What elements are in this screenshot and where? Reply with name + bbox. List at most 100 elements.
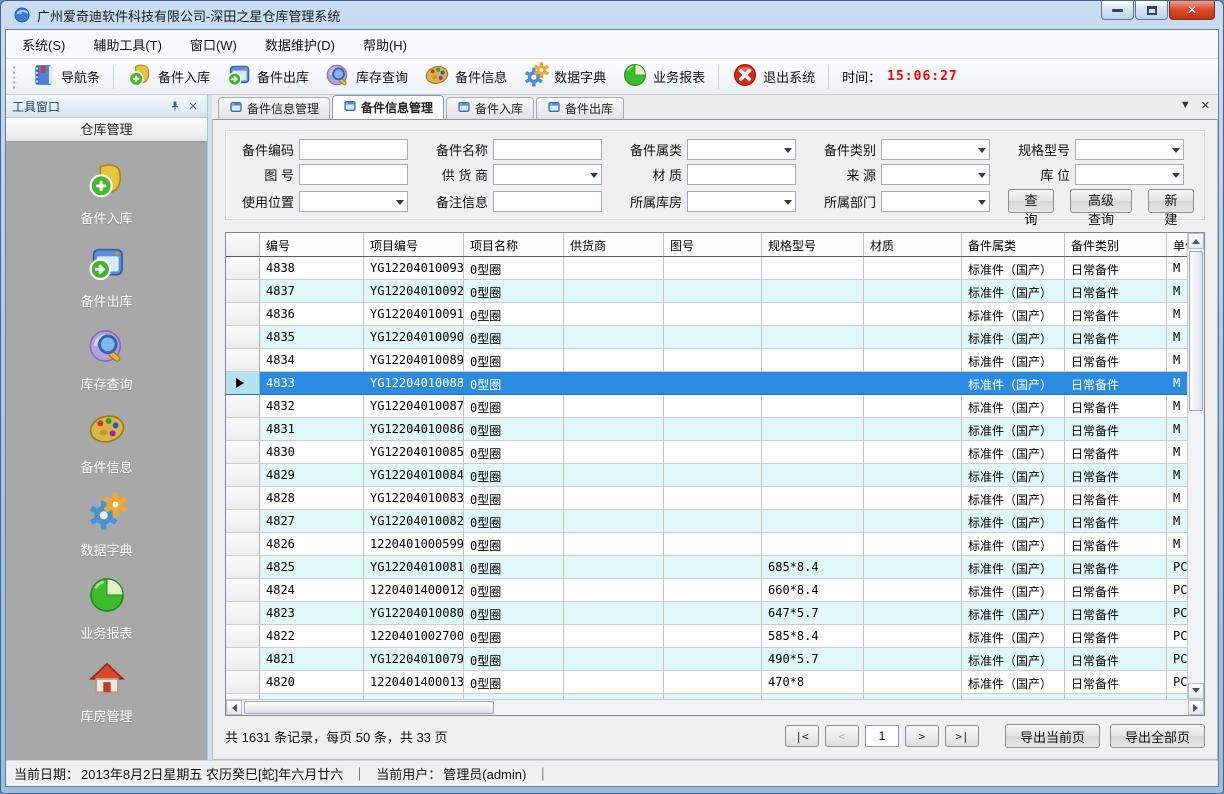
column-header-项目名称[interactable]: 项目名称 [464,233,564,256]
horizontal-scroll-thumb[interactable] [244,701,494,714]
column-header-selector[interactable] [226,233,260,256]
menu-item-aux-tools[interactable]: 辅助工具(T) [83,31,172,58]
row-selector[interactable] [226,510,260,533]
column-header-规格型号[interactable]: 规格型号 [762,233,864,256]
toolbar-button-spare-in[interactable]: 备件入库 [119,59,218,94]
sidebar-item-spare-out[interactable]: 备件出库 [6,243,207,310]
export-current-page-button[interactable]: 导出当前页 [1005,724,1100,748]
minimize-button[interactable] [1101,1,1134,20]
table-row[interactable]: 4821YG122040100790型圈490*5.7标准件（国产）日常备件PC [226,648,1187,671]
spare-category-combo[interactable] [687,139,796,160]
table-row[interactable]: 4830YG122040100850型圈标准件（国产）日常备件M [226,441,1187,464]
menu-item-window[interactable]: 窗口(W) [180,31,247,58]
row-selector[interactable] [226,349,260,372]
first-page-button[interactable]: |< [785,725,819,747]
pin-icon[interactable] [167,98,183,114]
spec-model-combo[interactable] [1075,139,1184,160]
menu-item-help[interactable]: 帮助(H) [353,31,417,58]
toolbar-button-exit-system[interactable]: 退出系统 [724,59,823,94]
column-header-材质[interactable]: 材质 [864,233,962,256]
close-button[interactable]: ✕ [1169,1,1215,20]
table-row[interactable]: 482212204010027000型圈585*8.4标准件（国产）日常备件PC [226,625,1187,648]
toolbar-grip[interactable] [12,65,17,89]
page-number-input[interactable] [865,725,899,747]
dock-close-icon[interactable]: ✕ [185,98,201,114]
table-row[interactable]: 4838YG122040100930型圈标准件（国产）日常备件M [226,257,1187,280]
column-header-单位[interactable]: 单位 [1167,233,1187,256]
table-row[interactable]: 4834YG122040100890型圈标准件（国产）日常备件M [226,349,1187,372]
tab-2[interactable]: 备件入库 [446,97,534,119]
table-row[interactable]: 4823YG122040100800型圈647*5.7标准件（国产）日常备件PC [226,602,1187,625]
menu-item-data-maintenance[interactable]: 数据维护(D) [255,31,345,58]
row-selector[interactable] [226,257,260,280]
chevron-down-icon[interactable]: ▼ [1180,99,1191,112]
maximize-button[interactable] [1135,1,1168,20]
tab-0[interactable]: 备件信息管理 [218,97,330,119]
spare-code-input[interactable] [299,139,408,160]
row-selector[interactable] [226,395,260,418]
toolbar-button-spare-out[interactable]: 备件出库 [218,59,317,94]
table-row[interactable]: 4835YG122040100900型圈标准件（国产）日常备件M [226,326,1187,349]
row-selector[interactable] [226,464,260,487]
table-row[interactable]: 4832YG122040100870型圈标准件（国产）日常备件M [226,395,1187,418]
scroll-right-icon[interactable] [1188,700,1204,715]
export-all-pages-button[interactable]: 导出全部页 [1110,724,1205,748]
row-selector[interactable] [226,579,260,602]
tab-close-icon[interactable]: ✕ [1201,99,1210,112]
material-input[interactable] [687,164,796,185]
usage-position-combo[interactable] [299,191,408,212]
tab-3[interactable]: 备件出库 [536,97,624,119]
row-selector[interactable] [226,372,260,395]
spare-type-combo[interactable] [881,139,990,160]
table-row[interactable]: 482612204010005990型圈标准件（国产）日常备件M [226,533,1187,556]
row-selector[interactable] [226,556,260,579]
warehouse-combo[interactable] [687,191,796,212]
row-selector[interactable] [226,533,260,556]
drawing-no-input[interactable] [299,164,408,185]
table-row-selected[interactable]: 4833YG122040100880型圈标准件（国产）日常备件M [226,372,1187,395]
remark-input[interactable] [493,191,602,212]
sidebar-item-spare-info[interactable]: 备件信息 [6,409,207,476]
advanced-query-button[interactable]: 高级查询 [1070,189,1132,213]
toolbar-button-spare-info[interactable]: 备件信息 [416,59,515,94]
row-selector[interactable] [226,625,260,648]
row-selector[interactable] [226,602,260,625]
table-row[interactable]: 4836YG122040100910型圈标准件（国产）日常备件M [226,303,1187,326]
table-row[interactable]: 4828YG122040100830型圈标准件（国产）日常备件M [226,487,1187,510]
row-selector[interactable] [226,418,260,441]
source-combo[interactable] [881,164,990,185]
department-combo[interactable] [881,191,990,212]
table-row[interactable]: 4825YG122040100810型圈685*8.4标准件（国产）日常备件PC [226,556,1187,579]
toolbar-button-navbar[interactable]: 导航条 [22,59,108,94]
spare-name-input[interactable] [493,139,602,160]
sidebar-item-biz-report[interactable]: 业务报表 [6,575,207,642]
column-header-备件属类[interactable]: 备件属类 [962,233,1065,256]
table-row[interactable]: 482012204014000130型圈470*8标准件（国产）日常备件PC [226,671,1187,694]
table-row[interactable]: 4831YG122040100860型圈标准件（国产）日常备件M [226,418,1187,441]
table-row[interactable]: 482412204014000120型圈660*8.4标准件（国产）日常备件PC [226,579,1187,602]
column-header-供货商[interactable]: 供货商 [564,233,664,256]
row-selector[interactable] [226,326,260,349]
column-header-编号[interactable]: 编号 [260,233,364,256]
table-row[interactable]: 4827YG122040100820型圈标准件（国产）日常备件M [226,510,1187,533]
row-selector[interactable] [226,648,260,671]
row-selector[interactable] [226,303,260,326]
column-header-项目编号[interactable]: 项目编号 [364,233,464,256]
next-page-button[interactable]: > [905,725,939,747]
sidebar-item-spare-in[interactable]: 备件入库 [6,160,207,227]
tab-1-active[interactable]: 备件信息管理 [332,95,444,119]
toolbar-button-stock-query[interactable]: 库存查询 [317,59,416,94]
row-selector[interactable] [226,487,260,510]
scroll-up-icon[interactable] [1188,233,1204,249]
supplier-combo[interactable] [493,164,602,185]
vertical-scroll-thumb[interactable] [1189,251,1203,411]
row-selector[interactable] [226,280,260,303]
scroll-left-icon[interactable] [226,700,242,715]
table-row[interactable]: 4837YG122040100920型圈标准件（国产）日常备件M [226,280,1187,303]
row-selector[interactable] [226,441,260,464]
column-header-图号[interactable]: 图号 [664,233,762,256]
toolbar-button-data-dict[interactable]: 数据字典 [515,59,614,94]
vertical-scrollbar[interactable] [1187,233,1204,699]
sidebar-item-stock-query[interactable]: 库存查询 [6,326,207,393]
column-header-备件类别[interactable]: 备件类别 [1065,233,1167,256]
